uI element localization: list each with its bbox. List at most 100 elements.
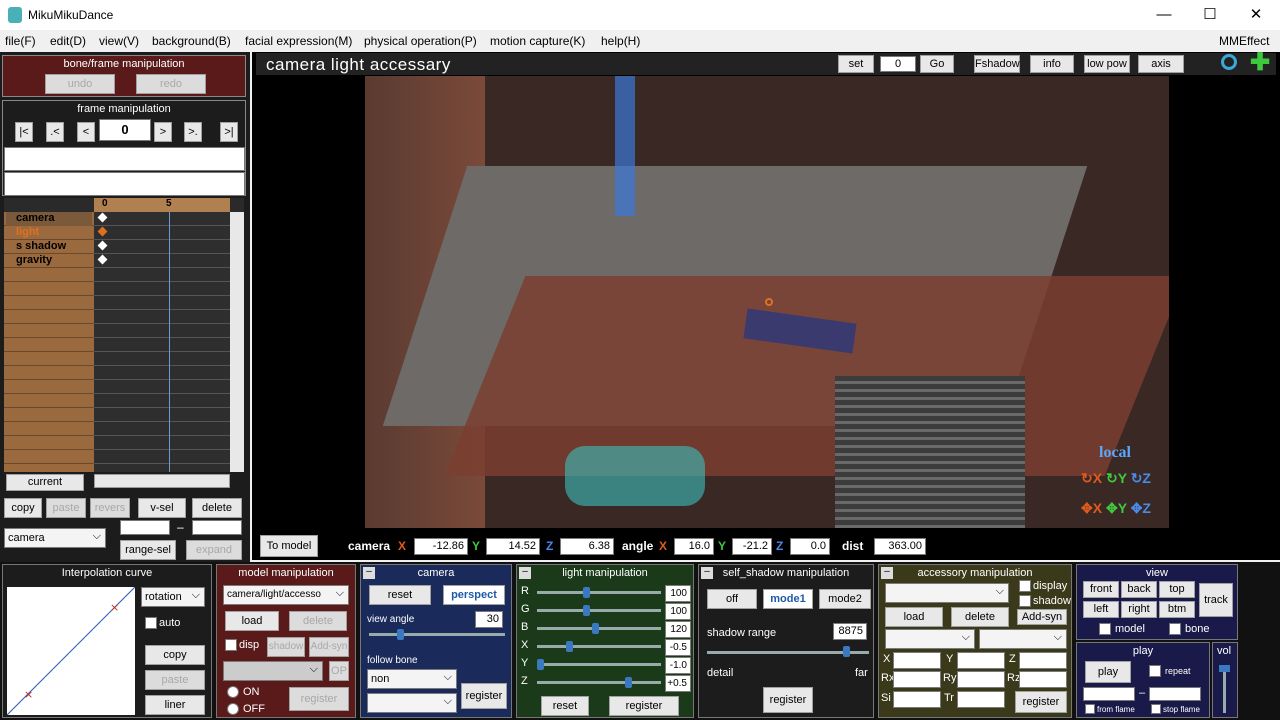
axis-button[interactable]: axis — [1138, 55, 1184, 73]
model-shadow-button[interactable]: shadow — [267, 637, 305, 657]
dist-field[interactable]: 363.00 — [874, 538, 926, 555]
view-front-button[interactable]: front — [1083, 581, 1119, 598]
fshadow-button[interactable]: Fshadow — [974, 55, 1020, 73]
accessory-collapse-button[interactable]: – — [881, 567, 893, 579]
light-b-input[interactable]: 120 — [665, 621, 691, 638]
accessory-parent-bone-select[interactable] — [979, 628, 1067, 649]
redo-button[interactable]: redo — [136, 74, 206, 94]
shadow-mode2-button[interactable]: mode2 — [819, 589, 871, 609]
view-back-button[interactable]: back — [1121, 581, 1157, 598]
acc-ry-input[interactable] — [957, 671, 1005, 688]
acc-rz-input[interactable] — [1019, 671, 1067, 688]
range-sel-button[interactable]: range-sel — [120, 540, 176, 560]
current-button[interactable]: current — [6, 474, 84, 491]
undo-button[interactable]: undo — [45, 74, 115, 94]
follow-bone-select[interactable] — [367, 692, 457, 713]
shadow-mode1-button[interactable]: mode1 — [763, 589, 813, 609]
light-r-knob[interactable] — [582, 587, 590, 598]
light-x-slider[interactable] — [537, 645, 661, 648]
light-z-input[interactable]: +0.5 — [665, 675, 691, 692]
light-r-slider[interactable] — [537, 591, 661, 594]
shadow-range-input[interactable]: 8875 — [833, 623, 867, 640]
local-axis-move-gizmo[interactable]: ✥X ✥Y ✥Z — [1081, 500, 1169, 520]
revers-button[interactable]: revers — [90, 498, 130, 518]
move-icon[interactable]: ✚ — [1250, 51, 1270, 75]
acc-z-input[interactable] — [1019, 652, 1067, 669]
range-start-input[interactable] — [120, 520, 170, 535]
copy-frame-button[interactable]: copy — [4, 498, 42, 518]
interp-copy-button[interactable]: copy — [145, 645, 205, 665]
acc-si-input[interactable] — [893, 691, 941, 708]
interp-paste-button[interactable]: paste — [145, 670, 205, 690]
local-axis-rotate-gizmo[interactable]: ↻X ↻Y ↻Z — [1081, 470, 1169, 490]
accessory-delete-button[interactable]: delete — [951, 607, 1009, 627]
light-register-button[interactable]: register — [609, 696, 679, 716]
to-model-button[interactable]: To model — [260, 535, 318, 557]
paste-frame-button[interactable]: paste — [46, 498, 86, 518]
light-y-knob[interactable] — [537, 659, 544, 670]
follow-model-select[interactable]: non — [367, 668, 457, 689]
model-on-radio[interactable] — [227, 686, 239, 698]
play-button[interactable]: play — [1085, 661, 1131, 683]
model-addsyn-button[interactable]: Add-syn — [309, 637, 349, 657]
camera-collapse-button[interactable]: – — [363, 567, 375, 579]
from-frame-input[interactable] — [1083, 687, 1135, 701]
light-x-knob[interactable] — [566, 641, 574, 652]
go-button[interactable]: Go — [920, 55, 954, 73]
accessory-shadow-checkbox[interactable] — [1019, 595, 1031, 607]
menu-motion-capture[interactable]: motion capture(K) — [490, 34, 585, 48]
camera-reset-button[interactable]: reset — [369, 585, 431, 605]
view-angle-input[interactable]: 30 — [475, 611, 503, 628]
acc-x-input[interactable] — [893, 652, 941, 669]
view-bone-checkbox[interactable] — [1169, 623, 1181, 635]
model-disp-checkbox[interactable] — [225, 639, 237, 651]
set-button[interactable]: set — [838, 55, 874, 73]
light-collapse-button[interactable]: – — [519, 567, 531, 579]
goto-frame-input[interactable]: 0 — [880, 56, 916, 72]
menu-file[interactable]: file(F) — [5, 34, 36, 48]
next-key-button[interactable]: >. — [184, 122, 202, 142]
light-b-slider[interactable] — [537, 627, 661, 630]
timeline-vscrollbar[interactable] — [230, 212, 244, 472]
menu-help[interactable]: help(H) — [601, 34, 640, 48]
track-grid[interactable] — [94, 212, 230, 472]
prev-key-button[interactable]: .< — [46, 122, 64, 142]
range-end-input[interactable] — [192, 520, 242, 535]
light-g-knob[interactable] — [582, 605, 590, 616]
accessory-select[interactable] — [885, 582, 1009, 603]
menu-background[interactable]: background(B) — [152, 34, 231, 48]
track-s-shadow[interactable]: s shadow — [16, 240, 66, 252]
light-y-slider[interactable] — [537, 663, 661, 666]
repeat-checkbox[interactable] — [1149, 665, 1161, 677]
light-z-slider[interactable] — [537, 681, 661, 684]
menu-view[interactable]: view(V) — [99, 34, 139, 48]
model-op-select[interactable] — [223, 660, 323, 681]
interp-liner-button[interactable]: liner — [145, 695, 205, 715]
angle-z-field[interactable]: 0.0 — [790, 538, 830, 555]
menu-edit[interactable]: edit(D) — [50, 34, 86, 48]
frame-info-field[interactable] — [4, 172, 245, 196]
view-right-button[interactable]: right — [1121, 601, 1157, 618]
model-load-button[interactable]: load — [225, 611, 279, 631]
shadow-range-knob[interactable] — [843, 646, 850, 657]
accessory-addsyn-button[interactable]: Add-syn — [1017, 609, 1067, 625]
stop-frame-input[interactable] — [1149, 687, 1201, 701]
accessory-display-checkbox[interactable] — [1019, 580, 1031, 592]
next-frame-button[interactable]: > — [154, 122, 172, 142]
shadow-register-button[interactable]: register — [763, 687, 813, 713]
minimize-button[interactable]: — — [1141, 0, 1187, 30]
accessory-parent-model-select[interactable] — [885, 628, 975, 649]
model-select[interactable]: camera/light/accesso — [223, 584, 349, 605]
angle-x-field[interactable]: 16.0 — [674, 538, 714, 555]
camera-y-field[interactable]: 14.52 — [486, 538, 540, 555]
model-off-radio[interactable] — [227, 703, 239, 715]
shadow-collapse-button[interactable]: – — [701, 567, 713, 579]
acc-tr-input[interactable] — [957, 691, 1005, 708]
model-op-button[interactable]: OP — [329, 661, 349, 681]
info-button[interactable]: info — [1030, 55, 1074, 73]
timeline-hscrollbar[interactable] — [94, 474, 230, 488]
accessory-register-button[interactable]: register — [1015, 691, 1067, 713]
menu-mmeffect[interactable]: MMEffect — [1219, 34, 1269, 48]
camera-z-field[interactable]: 6.38 — [560, 538, 614, 555]
light-reset-button[interactable]: reset — [541, 696, 589, 716]
